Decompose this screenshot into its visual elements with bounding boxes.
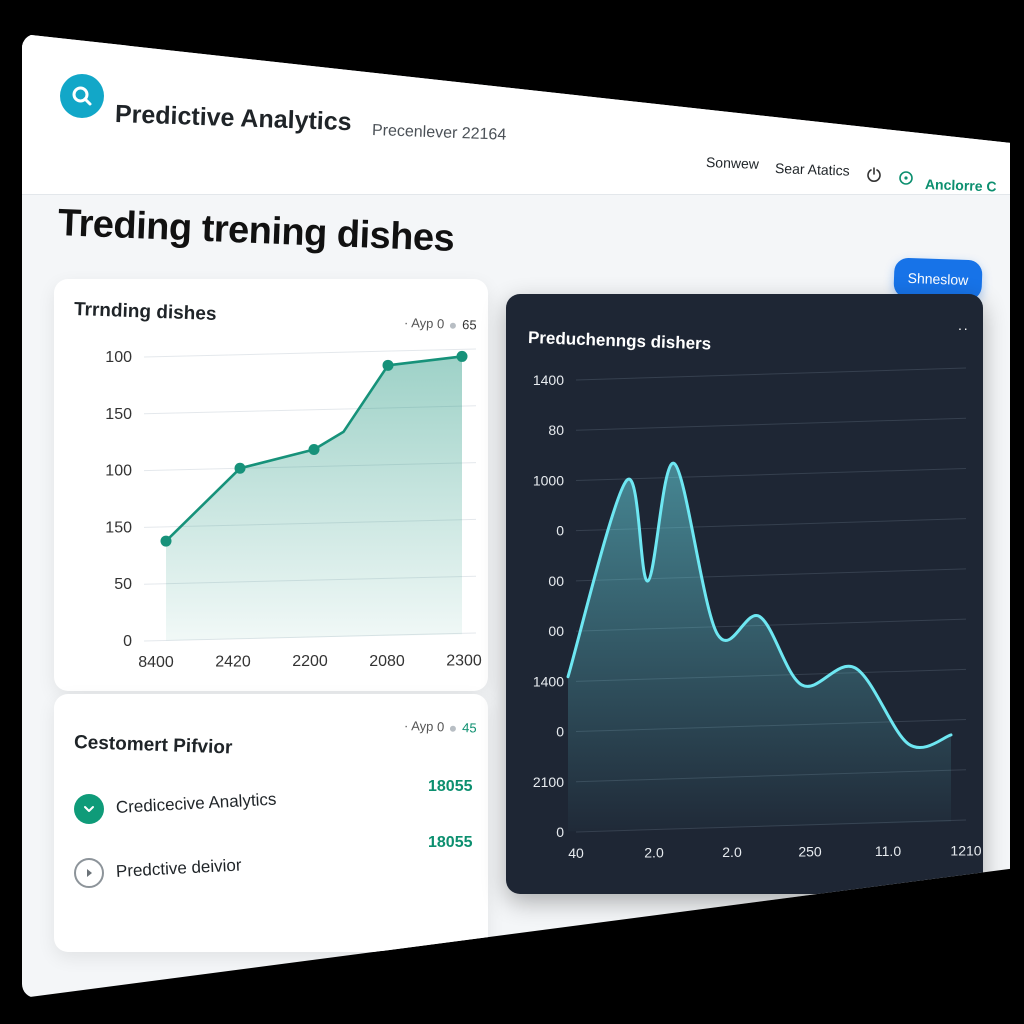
y-tick-label: 1400: [533, 372, 564, 388]
y-tick-label: 1400: [533, 673, 564, 689]
x-tick-label: 11.0: [875, 843, 901, 859]
gridline: [143, 348, 477, 358]
y-tick-label: 00: [548, 623, 564, 639]
y-tick-label: 0: [556, 523, 564, 539]
x-tick-label: 40: [568, 845, 584, 861]
title-bar: Predictive Analytics Precenlever 22164 S…: [22, 34, 1010, 195]
meta-label: Ayp 0: [410, 718, 445, 735]
list-item[interactable]: Credicecive Analytics 18055: [74, 778, 474, 838]
customer-card: Cestomert Pifvior · Ayp 0 45 Credicecive …: [54, 694, 488, 952]
window-subtitle: Precenlever 22164: [371, 122, 507, 144]
list-item[interactable]: Predctive deivior 18055: [74, 834, 474, 902]
row-label: Predctive deivior: [115, 855, 242, 881]
x-tick-label: 2300: [446, 652, 482, 669]
predictions-card: Preduchenngs dishers ·· 1400 80 1000 0 00 00 1…: [506, 294, 983, 894]
check-icon: [74, 794, 104, 824]
y-tick-label: 100: [105, 349, 132, 366]
row-label: Credicecive Analytics: [115, 789, 277, 817]
customer-card-meta: · Ayp 0 45: [403, 718, 477, 736]
y-tick-label: 2100: [533, 774, 564, 790]
data-point: [382, 359, 394, 371]
y-tick-label: 1000: [533, 472, 564, 488]
data-point: [308, 443, 320, 455]
gridline: [575, 367, 967, 381]
data-point: [234, 462, 246, 474]
y-tick-label: 0: [556, 724, 564, 740]
page-heading: Treding trening dishes: [57, 202, 456, 260]
y-tick-label: 150: [105, 406, 132, 423]
trending-chart: 100 150 100 150 50 0 8400 2420 2200 2080 2300: [105, 348, 482, 671]
y-tick-label: 00: [548, 573, 564, 589]
y-tick-label: 0: [123, 633, 132, 650]
nav-item-sear-atatics[interactable]: Sear Atatics: [775, 160, 850, 179]
meta-value: 45: [461, 720, 477, 736]
x-tick-label: 2420: [215, 654, 251, 671]
predictions-chart: 140080100000000140002100040 2.0 2.0 250 11.0…: [533, 367, 982, 861]
y-tick-label: 150: [105, 519, 132, 536]
row-value: 18055: [428, 834, 473, 851]
row-value: 18055: [428, 778, 473, 795]
x-tick-label: 2200: [292, 653, 328, 670]
y-tick-label: 50: [114, 576, 132, 593]
x-tick-label: 2.0: [644, 845, 664, 861]
user-label[interactable]: Anclorre C: [925, 176, 997, 194]
data-point: [160, 535, 172, 547]
y-tick-label: 100: [105, 463, 132, 480]
power-icon[interactable]: [866, 166, 882, 184]
x-tick-label: 250: [798, 844, 822, 860]
y-tick-label: 80: [548, 422, 564, 438]
app-logo: [60, 74, 104, 118]
search-icon: [72, 86, 92, 106]
play-icon: [74, 858, 104, 888]
series-area: [568, 463, 951, 832]
x-tick-label: 2.0: [722, 844, 742, 860]
trending-dishes-card: Trrnding dishes · Ayp 0 65 100 150 100 150 50…: [54, 279, 488, 691]
data-point: [456, 350, 468, 362]
meta-dot: [450, 725, 457, 732]
gridline: [575, 467, 967, 481]
app-window: Predictive Analytics Precenlever 22164 S…: [22, 34, 1010, 998]
x-tick-label: 8400: [138, 654, 174, 671]
x-tick-label: 1210: [950, 843, 981, 859]
target-icon[interactable]: [898, 170, 914, 186]
x-tick-label: 2080: [369, 653, 405, 670]
y-tick-label: 0: [556, 824, 564, 840]
app-title: Predictive Analytics: [114, 100, 353, 137]
nav-item-sonwew[interactable]: Sonwew: [706, 154, 759, 172]
gridline: [575, 417, 967, 431]
customer-card-title: Cestomert Pifvior: [73, 732, 233, 759]
